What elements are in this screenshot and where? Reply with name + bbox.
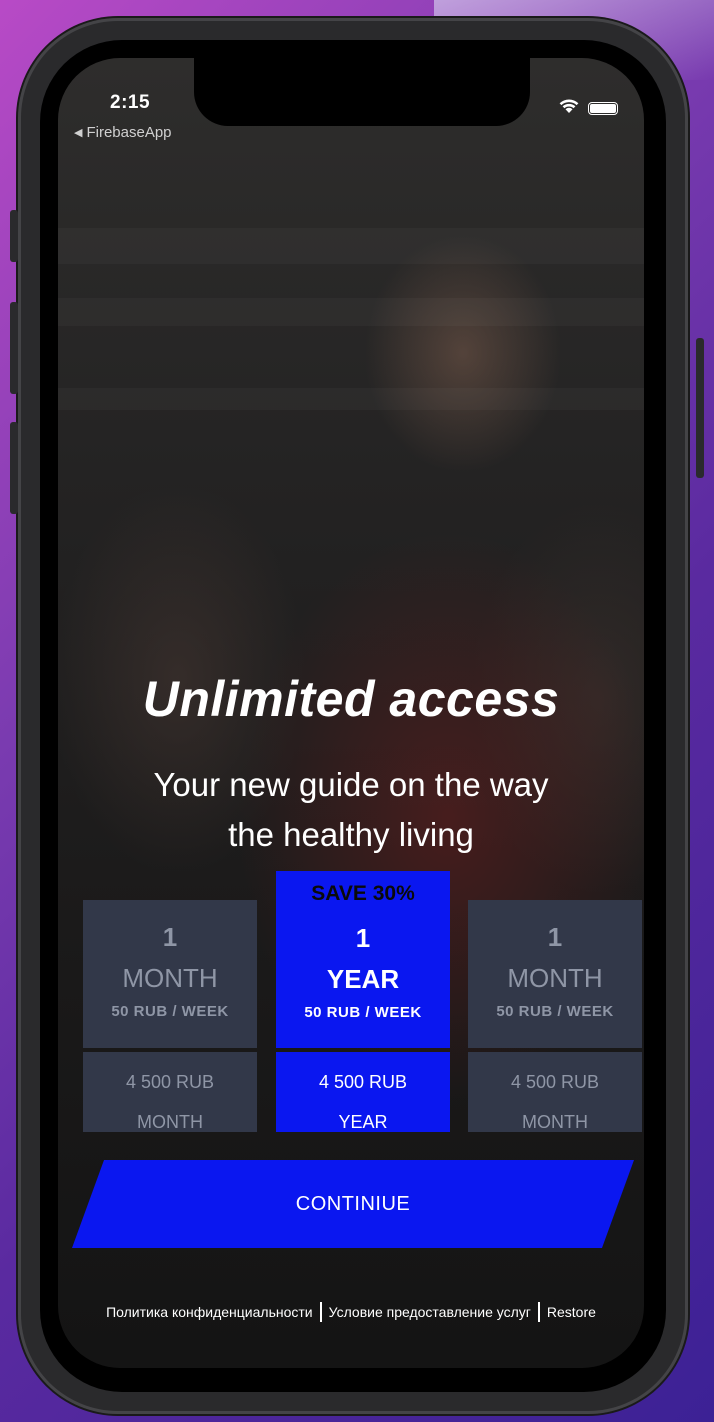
status-time: 2:15 [110, 92, 151, 113]
continue-button-label[interactable]: CONTINIUE [88, 1160, 618, 1248]
plan-unit: MONTH [507, 963, 603, 993]
plan-rate: 50 RUB / WEEK [304, 1004, 422, 1021]
restore-purchases-link[interactable]: Restore [547, 1304, 596, 1320]
plan-header: SAVE 30% 1 YEAR 50 RUB / WEEK [276, 871, 450, 1048]
plan-period: MONTH [137, 1112, 203, 1132]
back-app-label: FirebaseApp [86, 124, 172, 141]
app-screen: 2:15 ◀ FirebaseApp Unlimited access Your… [58, 58, 644, 1368]
back-arrow-icon: ◀ [74, 127, 83, 139]
wifi-icon [558, 98, 580, 119]
plan-price: 4 500 RUB [510, 1072, 600, 1092]
plan-period: MONTH [522, 1112, 588, 1132]
privacy-policy-link[interactable]: Политика конфиденциальности [106, 1304, 313, 1320]
footer-divider [537, 1302, 540, 1322]
plan-rate: 50 RUB / WEEK [496, 1003, 614, 1020]
back-to-app-link[interactable]: ◀ FirebaseApp [74, 124, 172, 141]
plan-rate: 50 RUB / WEEK [111, 1003, 229, 1020]
status-icons [558, 98, 618, 119]
plan-price: 4 500 RUB [318, 1072, 408, 1092]
plan-card-year-selected[interactable]: SAVE 30% 1 YEAR 50 RUB / WEEK 4 500 RUB … [276, 871, 450, 1132]
plan-number: 1 [355, 923, 371, 953]
plan-header: 1 MONTH 50 RUB / WEEK [83, 900, 257, 1048]
plan-period: YEAR [338, 1112, 388, 1132]
plan-unit: YEAR [326, 964, 400, 994]
plan-card-month-right[interactable]: 1 MONTH 50 RUB / WEEK 4 500 RUB MONTH [468, 900, 642, 1132]
background-beam [58, 228, 644, 264]
page-subtitle: Your new guide on the way the healthy li… [98, 760, 604, 860]
subtitle-line: the healthy living [228, 816, 474, 853]
footer-links: Политика конфиденциальности Условие пред… [58, 1302, 644, 1322]
phone-frame: 2:15 ◀ FirebaseApp Unlimited access Your… [18, 18, 688, 1414]
notch [194, 58, 530, 126]
plan-price-block: 4 500 RUB MONTH [468, 1052, 642, 1132]
mute-switch [10, 210, 18, 262]
plan-price: 4 500 RUB [125, 1072, 215, 1092]
footer-divider [319, 1302, 322, 1322]
power-button [696, 338, 704, 478]
subtitle-line: Your new guide on the way [153, 766, 549, 803]
plan-card-month-left[interactable]: 1 MONTH 50 RUB / WEEK 4 500 RUB MONTH [83, 900, 257, 1132]
plan-number: 1 [162, 922, 178, 952]
terms-of-service-link[interactable]: Условие предоставление услуг [329, 1304, 531, 1320]
battery-icon [588, 102, 618, 115]
background-beam [58, 388, 644, 410]
plan-price-block: 4 500 RUB YEAR [276, 1052, 450, 1132]
plan-price-block: 4 500 RUB MONTH [83, 1052, 257, 1132]
volume-up-button [10, 302, 18, 394]
plan-unit: MONTH [122, 963, 218, 993]
save-badge: SAVE 30% [311, 882, 415, 905]
volume-down-button [10, 422, 18, 514]
page-title: Unlimited access [142, 671, 560, 727]
plan-number: 1 [547, 922, 563, 952]
plan-header: 1 MONTH 50 RUB / WEEK [468, 900, 642, 1048]
background-beam [58, 298, 644, 326]
